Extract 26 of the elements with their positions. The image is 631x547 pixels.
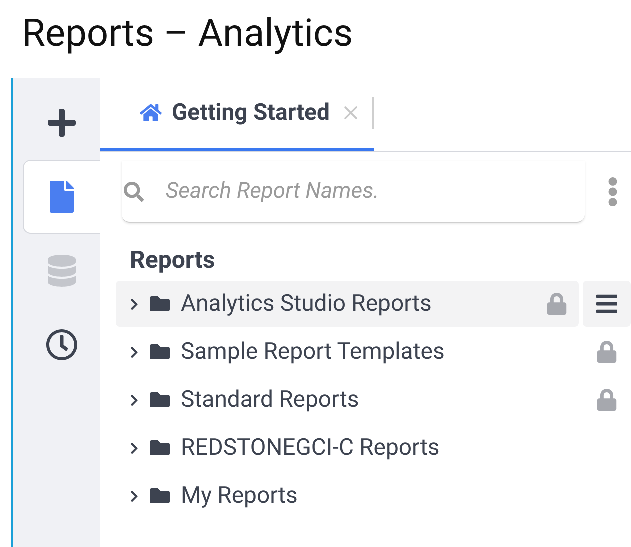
- database-icon: [46, 255, 78, 287]
- tree-item[interactable]: Standard Reports: [116, 377, 579, 423]
- menu-icon[interactable]: [595, 292, 619, 316]
- tree-item[interactable]: My Reports: [116, 473, 579, 519]
- chevron-icon[interactable]: [128, 394, 141, 406]
- chevron-icon[interactable]: [128, 442, 141, 454]
- folder-icon: [149, 390, 171, 410]
- chevron-icon[interactable]: [128, 346, 141, 358]
- sidebar-tab[interactable]: [23, 160, 100, 234]
- chevron-icon[interactable]: [128, 298, 141, 310]
- folder-icon: [149, 438, 171, 458]
- chevron-icon[interactable]: [128, 490, 141, 502]
- clock-icon: [46, 329, 78, 361]
- section-heading: Reports: [130, 245, 216, 276]
- folder-icon: [149, 486, 171, 506]
- search-icon: [124, 182, 144, 202]
- folder-icon: [149, 294, 171, 314]
- plus-icon: [46, 107, 78, 139]
- home-icon: [140, 102, 162, 124]
- tab[interactable]: Getting Started: [100, 78, 374, 151]
- window-title: Reports – Analytics: [22, 11, 354, 58]
- folder-icon: [149, 342, 171, 362]
- tree-item[interactable]: REDSTONEGCI-C Reports: [116, 425, 579, 471]
- search-field[interactable]: Search Report Names.: [122, 161, 585, 223]
- tree-item[interactable]: Sample Report Templates: [116, 329, 579, 375]
- tree-item[interactable]: Analytics Studio Reports: [116, 281, 579, 327]
